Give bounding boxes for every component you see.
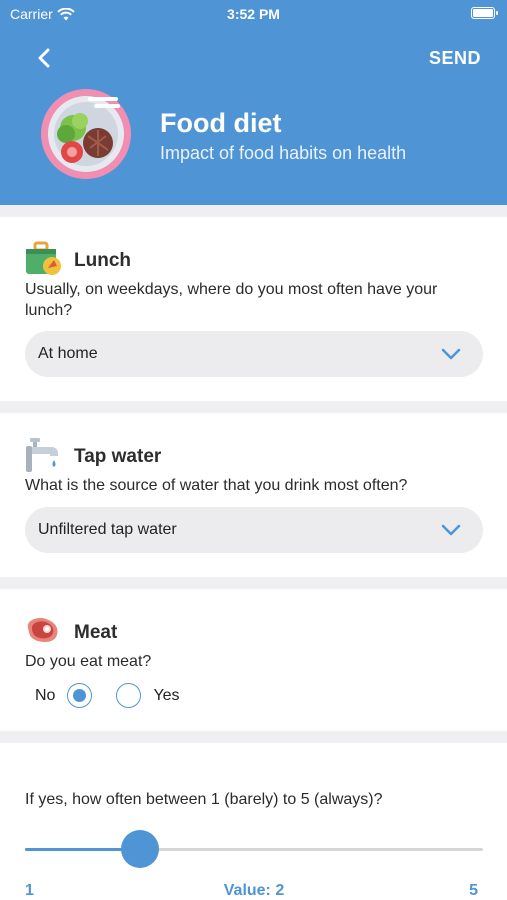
frequency-question: If yes, how often between 1 (barely) to …	[25, 791, 383, 808]
lunchbox-icon	[26, 241, 61, 275]
radio-no[interactable]	[67, 683, 93, 708]
battery-icon	[471, 7, 498, 19]
lunch-select[interactable]: At home	[25, 331, 483, 377]
radio-yes[interactable]	[116, 683, 142, 708]
radio-label-yes: Yes	[153, 686, 180, 704]
slider-thumb[interactable]	[120, 830, 159, 868]
tap-water-question: What is the source of water that you dri…	[25, 477, 408, 494]
question-card-meat: Meat Do you eat meat? No Yes	[0, 589, 507, 731]
lunch-title: Lunch	[74, 250, 131, 271]
page-subtitle: Impact of food habits on health	[160, 143, 407, 163]
frequency-slider[interactable]	[25, 830, 483, 868]
slider-value-label: Value: 2	[223, 882, 285, 899]
lunch-selected-value: At home	[38, 345, 98, 362]
food-plate-icon	[41, 89, 131, 179]
question-card-tap-water: Tap water What is the source of water th…	[0, 413, 507, 577]
meat-question: Do you eat meat?	[25, 653, 152, 670]
page-title: Food diet	[160, 108, 282, 138]
radio-label-no: No	[35, 686, 56, 704]
question-card-frequency: If yes, how often between 1 (barely) to …	[0, 743, 507, 900]
chevron-left-icon	[38, 48, 50, 68]
status-bar: Carrier 3:52 PM	[0, 6, 507, 24]
chevron-down-icon	[441, 348, 461, 360]
lunch-question: Usually, on weekdays, where do you most …	[25, 281, 438, 319]
send-button[interactable]: SEND	[429, 48, 481, 69]
tap-water-select[interactable]: Unfiltered tap water	[25, 507, 483, 553]
header: Carrier 3:52 PM SEND Food diet Impact of…	[0, 0, 507, 205]
back-button[interactable]	[30, 44, 58, 72]
steak-icon	[27, 618, 58, 642]
status-time: 3:52 PM	[227, 6, 280, 22]
slider-max-label: 5	[469, 882, 478, 899]
meat-radio-group: No Yes	[35, 683, 180, 708]
radio-selected-dot	[73, 689, 87, 702]
tap-water-title: Tap water	[74, 446, 162, 467]
question-card-lunch: Lunch Usually, on weekdays, where do you…	[0, 217, 507, 401]
tap-water-selected-value: Unfiltered tap water	[38, 521, 177, 538]
chevron-down-icon	[441, 524, 461, 536]
faucet-icon	[26, 438, 58, 472]
meat-title: Meat	[74, 622, 118, 643]
